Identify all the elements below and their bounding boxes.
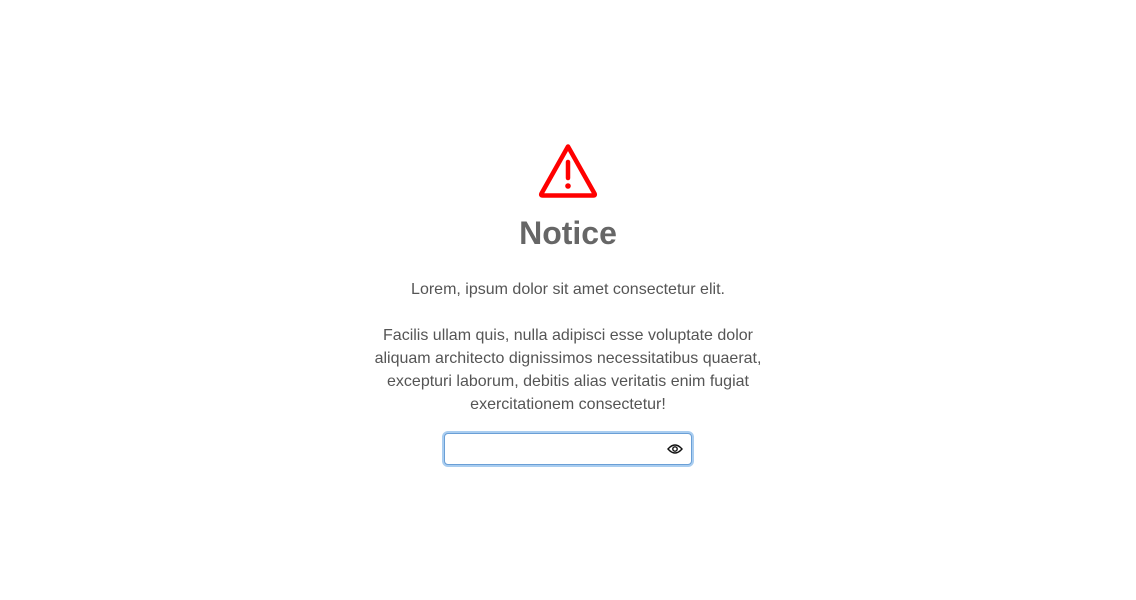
- password-input[interactable]: [444, 433, 692, 465]
- notice-paragraph: Lorem, ipsum dolor sit amet consectetur …: [411, 281, 725, 298]
- notice-title: Notice: [519, 215, 617, 251]
- show-password-button[interactable]: [666, 440, 684, 458]
- page: Notice Lorem, ipsum dolor sit amet conse…: [0, 0, 1136, 600]
- notice-paragraph: Facilis ullam quis, nulla adipisci esse …: [374, 327, 762, 413]
- notice-panel: Notice Lorem, ipsum dolor sit amet conse…: [0, 142, 1136, 465]
- notice-message: Lorem, ipsum dolor sit amet consectetur …: [368, 278, 768, 416]
- warning-triangle-icon: [537, 142, 599, 200]
- password-field: [444, 433, 692, 465]
- eye-icon: [667, 443, 683, 455]
